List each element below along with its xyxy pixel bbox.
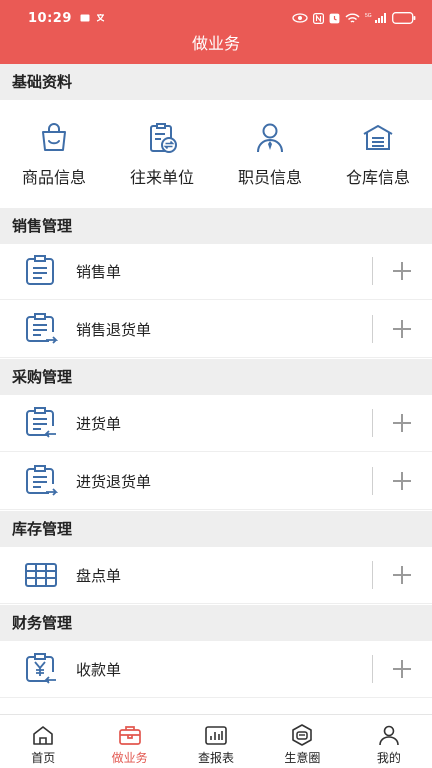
row-divider (372, 655, 373, 683)
grid-item-partners[interactable]: 往来单位 (108, 100, 216, 208)
status-left-icons (80, 13, 108, 23)
section-inventory: 库存管理 (0, 511, 432, 547)
yuan-receipt-icon (26, 653, 56, 684)
tab-label: 我的 (376, 751, 401, 765)
section-purchase: 采购管理 (0, 359, 432, 395)
tab-circle[interactable]: 生意圈 (259, 715, 345, 768)
grid-item-label: 商品信息 (21, 168, 86, 187)
row-divider (372, 257, 373, 285)
list-item-receipt[interactable]: 收款单 (0, 641, 432, 698)
clipboard-out-icon (26, 465, 58, 496)
table-grid-icon (25, 563, 57, 587)
alarm-icon (329, 13, 340, 23)
list-item-label: 进货单 (76, 414, 122, 433)
tab-mine[interactable]: 我的 (346, 715, 432, 768)
list-item-stocktake[interactable]: 盘点单 (0, 547, 432, 604)
clipboard-return-icon (26, 313, 58, 344)
circle-chat-icon (292, 724, 313, 746)
bar-chart-icon (205, 726, 227, 745)
grid-item-products[interactable]: 商品信息 (0, 100, 108, 208)
user-icon (379, 725, 399, 746)
page-title: 做业务 (191, 34, 240, 53)
list-item-label: 销售单 (76, 262, 122, 281)
list-item-purchase-return[interactable]: 进货退货单 (0, 453, 432, 510)
row-divider (372, 561, 373, 589)
exchange-document-icon (150, 123, 177, 153)
list-item-label: 销售退货单 (76, 320, 152, 339)
person-icon (257, 123, 283, 153)
eye-icon (292, 13, 308, 23)
add-purchase-return-button[interactable] (390, 469, 414, 493)
wifi-icon (345, 13, 360, 23)
status-right-icons: 5G (292, 12, 416, 24)
row-divider (372, 467, 373, 495)
add-sales-order-button[interactable] (390, 259, 414, 283)
bottom-tab-bar: 首页 做业务 查报表 生意圈 我的 (0, 714, 432, 768)
row-divider (372, 315, 373, 343)
section-finance: 财务管理 (0, 605, 432, 641)
list-item-purchase-order[interactable]: 进货单 (0, 395, 432, 452)
list-item-label: 进货退货单 (76, 472, 152, 491)
tab-label: 做业务 (111, 751, 148, 765)
signal-icon: 5G (365, 13, 386, 23)
grid-item-staff[interactable]: 职员信息 (216, 100, 324, 208)
add-stocktake-button[interactable] (390, 563, 414, 587)
home-icon (33, 726, 54, 745)
clipboard-in-icon (26, 407, 56, 438)
warehouse-icon (363, 125, 393, 150)
app-root: 10:29 5G 做业务 基础资料 商品信息 往来单位 职员信息 仓库信息 销售… (0, 0, 432, 768)
add-receipt-button[interactable] (390, 657, 414, 681)
list-item-sales-order[interactable]: 销售单 (0, 243, 432, 300)
battery-icon (392, 12, 416, 24)
grid-item-label: 往来单位 (129, 168, 194, 187)
tab-reports[interactable]: 查报表 (173, 715, 259, 768)
tab-label: 首页 (31, 751, 56, 765)
shopping-bag-icon (42, 123, 66, 151)
grid-item-label: 仓库信息 (345, 168, 410, 187)
list-item-label: 收款单 (76, 660, 122, 679)
list-item-sales-return[interactable]: 销售退货单 (0, 301, 432, 358)
row-divider (372, 409, 373, 437)
tab-home[interactable]: 首页 (0, 715, 86, 768)
grid-item-warehouse[interactable]: 仓库信息 (324, 100, 432, 208)
basic-info-grid: 商品信息 往来单位 职员信息 仓库信息 (0, 100, 432, 208)
status-time: 10:29 (28, 10, 72, 26)
clipboard-list-icon (26, 255, 54, 285)
network-type-label: 5G (365, 13, 372, 19)
message-icon (80, 14, 90, 21)
tab-label: 生意圈 (284, 751, 321, 765)
list-item-label: 盘点单 (76, 566, 122, 585)
tab-label: 查报表 (198, 751, 235, 765)
section-sales: 销售管理 (0, 208, 432, 244)
tab-business[interactable]: 做业务 (86, 715, 172, 768)
section-basic-info: 基础资料 (0, 64, 432, 100)
top-bar: 10:29 5G 做业务 (0, 0, 432, 64)
translate-icon (96, 14, 105, 22)
add-purchase-order-button[interactable] (390, 411, 414, 435)
nfc-icon (313, 12, 324, 24)
add-sales-return-button[interactable] (390, 317, 414, 341)
grid-item-label: 职员信息 (237, 168, 302, 187)
briefcase-icon (118, 726, 141, 745)
